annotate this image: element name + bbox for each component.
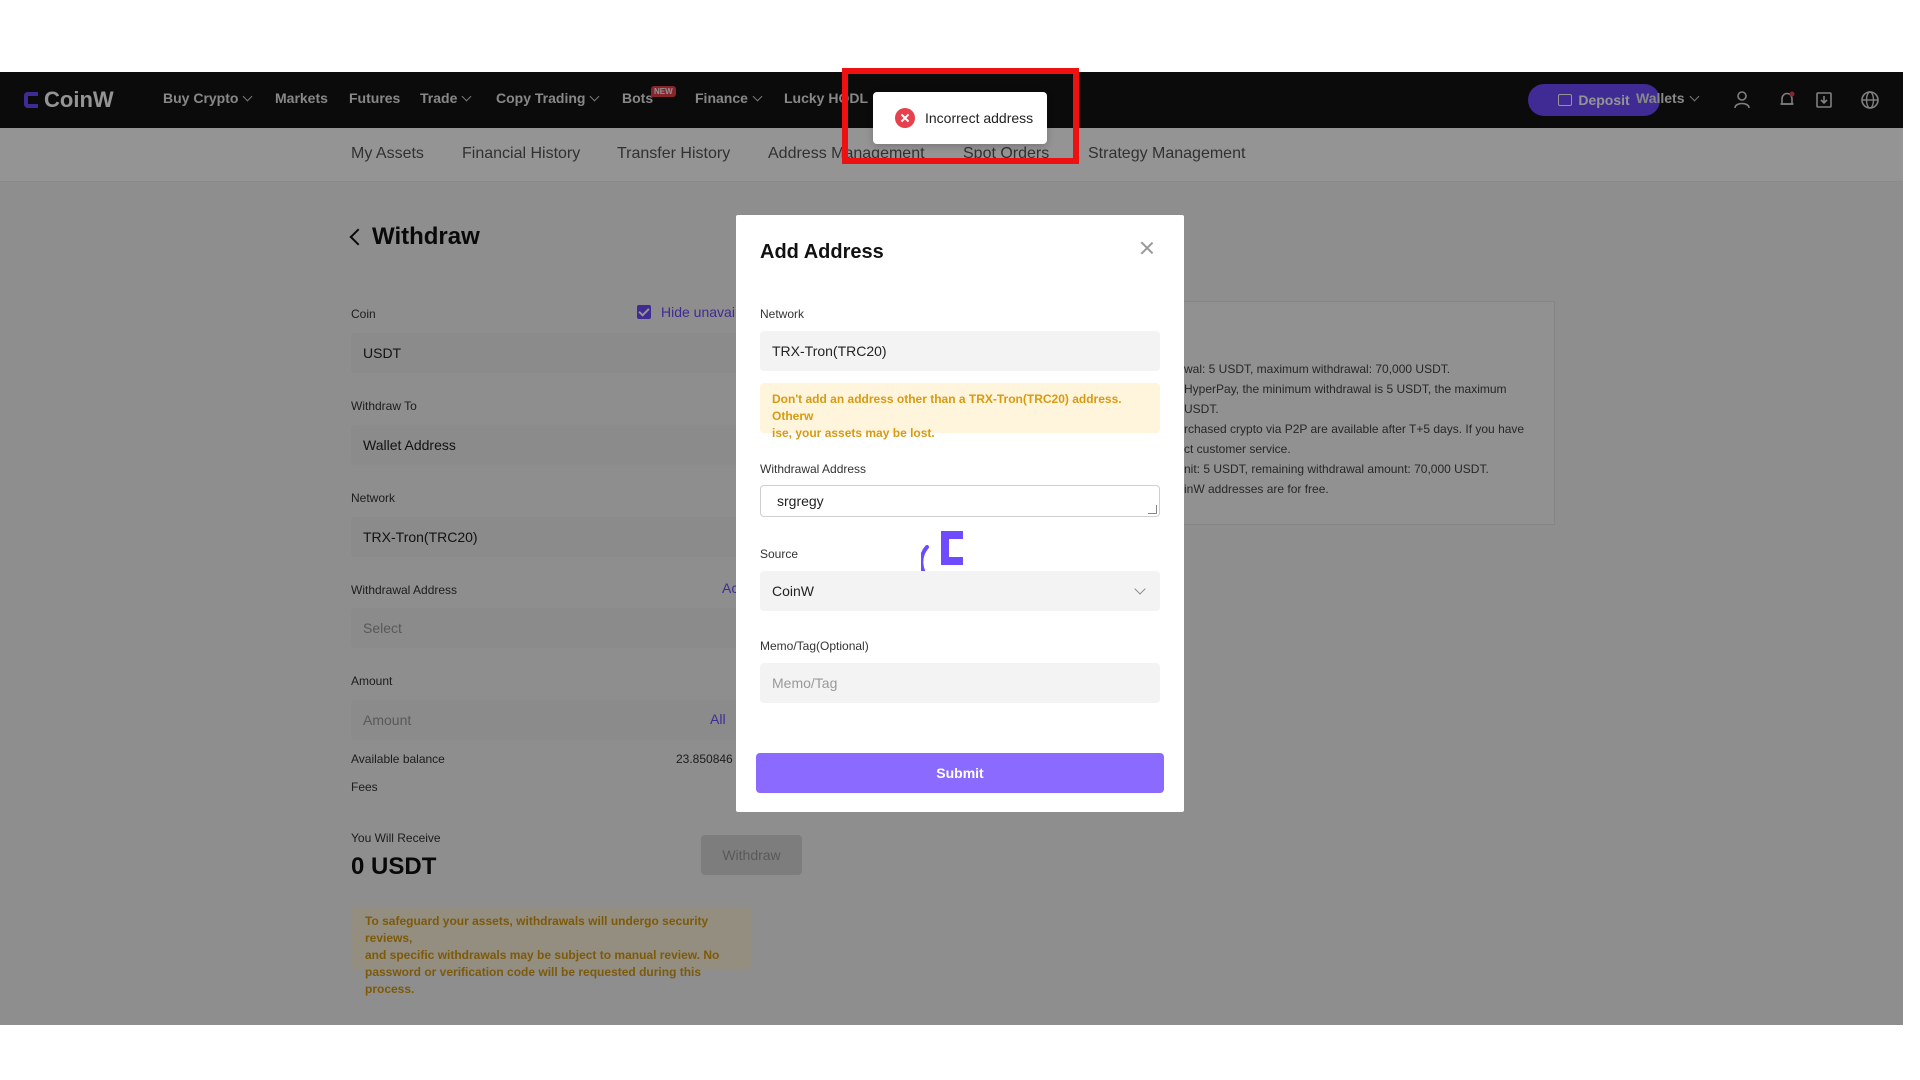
memo-input[interactable]: Memo/Tag bbox=[760, 663, 1160, 703]
modal-title: Add Address bbox=[760, 241, 884, 263]
modal-source-label: Source bbox=[760, 547, 799, 561]
withdrawal-address-value: srgregy bbox=[777, 493, 824, 509]
add-address-modal: Add Address Network TRX-Tron(TRC20) Don'… bbox=[736, 215, 1184, 812]
source-select[interactable]: CoinW bbox=[760, 571, 1160, 611]
modal-network-field: TRX-Tron(TRC20) bbox=[760, 331, 1160, 371]
network-warning-line: ise, your assets may be lost. bbox=[772, 426, 935, 440]
modal-address-label: Withdrawal Address bbox=[760, 462, 867, 476]
withdrawal-address-input[interactable]: srgregy bbox=[760, 485, 1160, 517]
resize-handle-icon[interactable] bbox=[1148, 505, 1157, 514]
network-warning: Don't add an address other than a TRX-Tr… bbox=[760, 383, 1160, 440]
chevron-down-icon bbox=[1134, 583, 1146, 595]
source-value: CoinW bbox=[772, 583, 815, 599]
highlight-box bbox=[842, 68, 1079, 164]
submit-button[interactable]: Submit bbox=[756, 753, 1164, 793]
modal-memo-label: Memo/Tag(Optional) bbox=[760, 639, 869, 653]
network-warning-line: Don't add an address other than a TRX-Tr… bbox=[772, 392, 1122, 423]
modal-network-label: Network bbox=[760, 307, 805, 321]
close-icon[interactable] bbox=[1140, 241, 1154, 255]
